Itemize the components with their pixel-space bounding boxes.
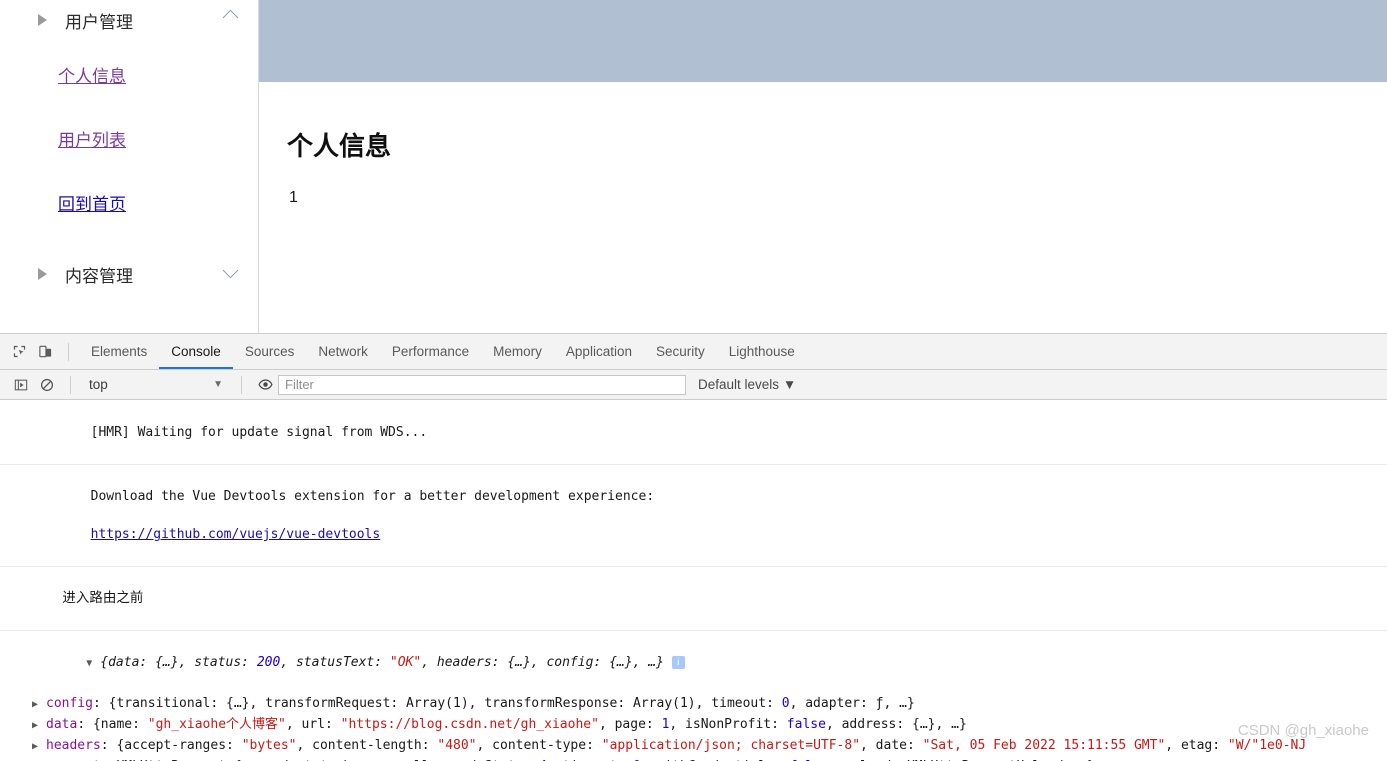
console-message-vue-devtools: Download the Vue Devtools extension for …: [0, 465, 1387, 567]
object-property-request[interactable]: ▶request: XMLHttpRequest {onreadystatech…: [0, 757, 1387, 761]
tab-application[interactable]: Application: [554, 334, 644, 369]
property-value-segment: {…}: [226, 696, 250, 711]
expand-arrow-icon[interactable]: ▶: [32, 737, 44, 757]
live-expression-eye-icon[interactable]: [252, 372, 278, 398]
filterbar-divider-2: [241, 375, 242, 394]
property-value-segment: "gh_xiaohe个人博客": [147, 717, 286, 732]
console-message-link[interactable]: https://github.com/vuejs/vue-devtools: [91, 527, 381, 542]
chevron-down-icon: ▼: [213, 379, 223, 390]
tab-console[interactable]: Console: [159, 334, 233, 369]
console-output[interactable]: [HMR] Waiting for update signal from WDS…: [0, 401, 1387, 761]
property-value-segment: "Sat, 05 Feb 2022 15:11:55 GMT": [922, 738, 1166, 753]
info-badge-icon[interactable]: i: [671, 656, 685, 669]
devtools-panel: Elements Console Sources Network Perform…: [0, 333, 1387, 761]
tab-memory[interactable]: Memory: [481, 334, 554, 369]
property-value-segment: , transformRequest: Array(1), transformR…: [249, 696, 782, 711]
menu-group-user-management: 用户管理: [0, 0, 258, 40]
property-value-segment: "bytes": [241, 738, 297, 753]
toolbar-divider: [68, 342, 69, 361]
sidebar-group-header-content-management[interactable]: 内容管理: [38, 254, 258, 294]
triangle-right-icon: [38, 14, 47, 26]
console-filter-bar: top ▼ Default levels ▼: [0, 370, 1387, 400]
page-banner: [259, 0, 1387, 82]
expand-arrow-icon[interactable]: ▶: [32, 695, 44, 715]
sidebar-nav: 用户管理 个人信息 用户列表 回到首页 内容管理: [0, 0, 259, 333]
property-value-segment: , content-length:: [296, 738, 438, 753]
menu-group-content-management: 内容管理: [0, 254, 258, 294]
sidebar-link-personal-info[interactable]: 个人信息: [58, 62, 126, 87]
property-value-segment: , address: {…}, …}: [825, 717, 967, 732]
tab-sources[interactable]: Sources: [233, 334, 307, 369]
log-levels-label: Default levels: [698, 377, 780, 392]
property-value-segment: , isNonProfit:: [669, 717, 787, 732]
screenshot-root: 用户管理 个人信息 用户列表 回到首页 内容管理 个人信息 1 Elements…: [0, 0, 1387, 761]
page-value: 1: [289, 189, 298, 206]
chevron-up-icon[interactable]: [222, 9, 239, 26]
execution-context-select[interactable]: top ▼: [81, 374, 231, 396]
object-summary-line[interactable]: ▼ {data: {…}, status: 200, statusText: "O…: [0, 633, 1387, 694]
tab-lighthouse[interactable]: Lighthouse: [717, 334, 807, 369]
page-title: 个人信息: [287, 131, 392, 161]
property-value-segment: : {transitional:: [92, 696, 227, 711]
object-property-headers[interactable]: ▶ headers: {accept-ranges: "bytes", conte…: [0, 736, 1387, 757]
property-value-segment: false: [786, 717, 826, 732]
triangle-right-icon: [38, 268, 47, 280]
execute-sidebar-icon[interactable]: [8, 372, 34, 398]
console-message-hmr: [HMR] Waiting for update signal from WDS…: [0, 401, 1387, 465]
clear-console-icon[interactable]: [34, 372, 60, 398]
console-object-group: ▼ {data: {…}, status: 200, statusText: "O…: [0, 631, 1387, 761]
devtools-tabbar: Elements Console Sources Network Perform…: [0, 334, 1387, 370]
tab-elements[interactable]: Elements: [79, 334, 159, 369]
device-toolbar-icon[interactable]: [32, 339, 58, 365]
property-value-segment: , url:: [285, 717, 341, 732]
sidebar-link-user-list[interactable]: 用户列表: [58, 126, 126, 151]
property-value-segment: , content-type:: [476, 738, 602, 753]
object-property-config[interactable]: ▶ config: {transitional: {…}, transformRe…: [0, 694, 1387, 715]
property-value-segment: "480": [437, 738, 477, 753]
sidebar-group-label: 内容管理: [65, 266, 133, 286]
console-filter-input[interactable]: [278, 374, 686, 395]
inspect-element-icon[interactable]: [6, 339, 32, 365]
property-value-segment: "W/"1e0-NJ: [1227, 738, 1307, 753]
property-value-segment: : {accept-ranges:: [100, 738, 242, 753]
chevron-down-icon[interactable]: [222, 262, 239, 279]
console-message-text: Download the Vue Devtools extension for …: [90, 489, 655, 504]
tab-performance[interactable]: Performance: [380, 334, 481, 369]
property-value-segment: , date:: [860, 738, 923, 753]
watermark: CSDN @gh_xiaohe: [1237, 722, 1369, 739]
sidebar-group-header-user-management[interactable]: 用户管理: [38, 0, 258, 40]
log-levels-dropdown[interactable]: Default levels ▼: [698, 377, 796, 392]
property-value-segment: , etag:: [1165, 738, 1228, 753]
console-message-chinese: 进入路由之前: [0, 567, 1387, 631]
property-value-segment: : {name:: [77, 717, 148, 732]
property-value-segment: , adapter: ƒ, …}: [789, 696, 915, 711]
object-property-data[interactable]: ▶ data: {name: "gh_xiaohe个人博客", url: "htt…: [0, 715, 1387, 736]
tab-network[interactable]: Network: [306, 334, 380, 369]
chevron-down-icon: ▼: [782, 377, 797, 392]
property-key: data: [46, 717, 78, 732]
filterbar-divider: [70, 375, 71, 394]
console-message-text: [HMR] Waiting for update signal from WDS…: [90, 425, 428, 440]
execution-context-value: top: [89, 377, 108, 392]
sidebar-group-label: 用户管理: [65, 12, 133, 32]
main-content: 个人信息 1: [259, 0, 1387, 333]
expand-arrow-icon[interactable]: ▶: [32, 716, 44, 736]
sidebar-links: 个人信息 用户列表 回到首页: [0, 62, 258, 215]
property-key: config: [46, 696, 93, 711]
property-value-segment: , page:: [598, 717, 662, 732]
object-children: ▶ config: {transitional: {…}, transformRe…: [0, 694, 1387, 761]
sidebar-link-back-home[interactable]: 回到首页: [58, 190, 126, 215]
console-message-text: 进入路由之前: [62, 590, 144, 606]
property-value-segment: "application/json; charset=UTF-8": [601, 738, 861, 753]
expand-arrow-icon[interactable]: ▼: [86, 654, 98, 674]
property-value-segment: 0: [781, 696, 790, 711]
tab-security[interactable]: Security: [644, 334, 717, 369]
property-key: headers: [46, 738, 101, 753]
web-page-viewport: 用户管理 个人信息 用户列表 回到首页 内容管理 个人信息 1: [0, 0, 1387, 333]
property-value-segment: "https://blog.csdn.net/gh_xiaohe": [340, 717, 599, 732]
